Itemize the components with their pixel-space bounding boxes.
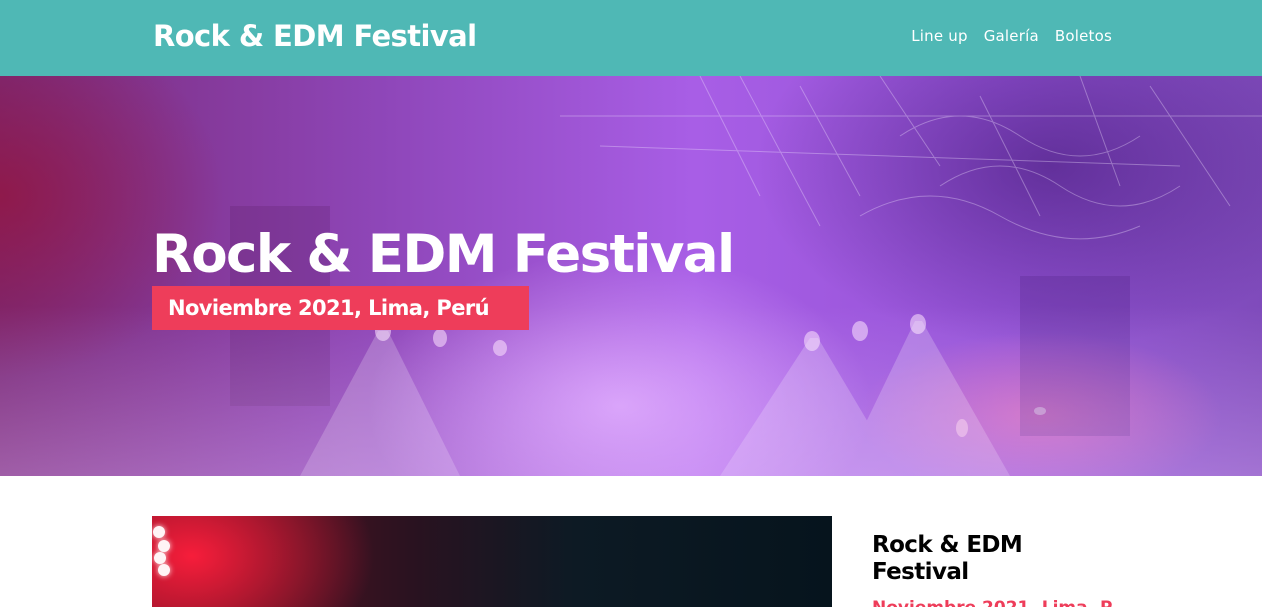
stage-light-icon xyxy=(158,540,170,552)
sidebar-subtitle: Noviembre 2021, Lima, Perú xyxy=(872,598,1112,607)
stage-light-icon xyxy=(153,526,165,538)
stage-light-icon xyxy=(154,552,166,564)
nav-link-boletos[interactable]: Boletos xyxy=(1055,26,1112,46)
hero-title: Rock & EDM Festival xyxy=(152,224,735,285)
navbar: Rock & EDM Festival Line up Galería Bole… xyxy=(0,0,1262,76)
hero-date-text: Noviembre 2021, Lima, Perú xyxy=(168,296,490,320)
nav-links: Line up Galería Boletos xyxy=(911,26,1112,46)
sidebar-title: Rock & EDM Festival xyxy=(872,532,1023,585)
hero-date-badge: Noviembre 2021, Lima, Perú xyxy=(152,286,529,330)
hero-banner: Rock & EDM Festival Noviembre 2021, Lima… xyxy=(0,76,1262,476)
hero-haze-overlay xyxy=(0,306,1262,476)
festival-photo xyxy=(152,516,832,607)
stage-light-icon xyxy=(158,564,170,576)
brand-logo-link[interactable]: Rock & EDM Festival xyxy=(153,17,477,55)
nav-link-galeria[interactable]: Galería xyxy=(984,26,1039,46)
nav-link-lineup[interactable]: Line up xyxy=(911,26,967,46)
